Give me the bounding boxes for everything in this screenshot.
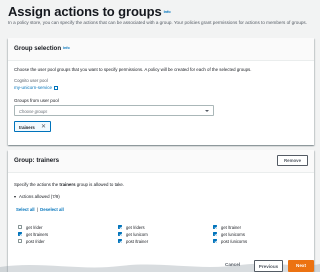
action-checkbox-label: post /unicorns (221, 238, 248, 244)
remove-group-button[interactable]: Remove (277, 155, 308, 166)
action-checkbox[interactable] (18, 232, 23, 237)
next-button[interactable]: Next (288, 260, 314, 272)
caret-down-icon (14, 195, 16, 198)
groups-select[interactable]: Choose groups (14, 105, 214, 116)
action-checkbox[interactable] (18, 239, 23, 244)
external-link-icon (54, 85, 59, 90)
action-checkbox-label: get /rider (26, 224, 43, 230)
action-checkbox[interactable] (118, 232, 123, 237)
action-checkbox[interactable] (213, 232, 218, 237)
wizard-footer: Cancel Previous Next (0, 260, 320, 272)
select-links: Select all | Deselect all (16, 207, 64, 212)
action-checkbox[interactable] (118, 239, 123, 244)
deselect-all-link[interactable]: Deselect all (40, 207, 64, 212)
action-checkbox[interactable] (118, 225, 123, 230)
group-token-label: trainers (19, 125, 35, 130)
action-checkbox-label: post /trainer (126, 238, 149, 244)
group-selection-title: Group selection Info (14, 45, 70, 52)
page-info-link[interactable]: Info (164, 9, 171, 14)
group-selection-panel: Group selection Info Choose the user pool… (8, 38, 314, 145)
action-checkbox[interactable] (213, 239, 218, 244)
action-checkbox[interactable] (213, 225, 218, 230)
action-checkbox-label: post /rider (26, 238, 45, 244)
user-pool-link[interactable]: my-unicorn-service (14, 85, 59, 90)
actions-allowed-toggle[interactable]: Actions allowed (7/9) (14, 194, 60, 199)
action-checkbox-label: get /trainers (26, 231, 49, 237)
group-trainers-header: Group: trainers Remove (8, 150, 314, 173)
group-trainers-panel: Group: trainers Remove Specify the actio… (8, 150, 314, 272)
action-checkbox-label: get /unicorns (221, 231, 245, 237)
group-selection-description: Choose the user pool groups that you wan… (14, 67, 252, 72)
link-separator: | (36, 207, 38, 212)
action-checkbox-label: get /unicorn (126, 231, 148, 237)
token-dismiss-icon[interactable]: ✕ (41, 124, 46, 131)
group-selection-info-link[interactable]: Info (63, 46, 70, 50)
group-token: trainers ✕ (14, 121, 51, 132)
page-description: In a policy store, you can specify the a… (8, 20, 308, 25)
caret-down-icon (205, 110, 209, 112)
action-checkbox[interactable] (18, 225, 23, 230)
action-checkbox-label: get /riders (126, 224, 145, 230)
user-pool-label: Cognito user pool (14, 78, 48, 83)
group-selection-header: Group selection Info (8, 38, 314, 61)
action-checkbox-label: get /trainer (221, 224, 242, 230)
actions-description: Specify the actions the trainers group i… (14, 182, 125, 187)
previous-button[interactable]: Previous (254, 260, 283, 272)
page-title: Assign actions to groups Info (8, 4, 171, 19)
groups-field-label: Groups from user pool (14, 98, 59, 103)
select-all-link[interactable]: Select all (16, 207, 35, 212)
groups-select-placeholder: Choose groups (19, 109, 48, 114)
cancel-button[interactable]: Cancel (225, 262, 240, 267)
group-trainers-title: Group: trainers (14, 157, 60, 164)
